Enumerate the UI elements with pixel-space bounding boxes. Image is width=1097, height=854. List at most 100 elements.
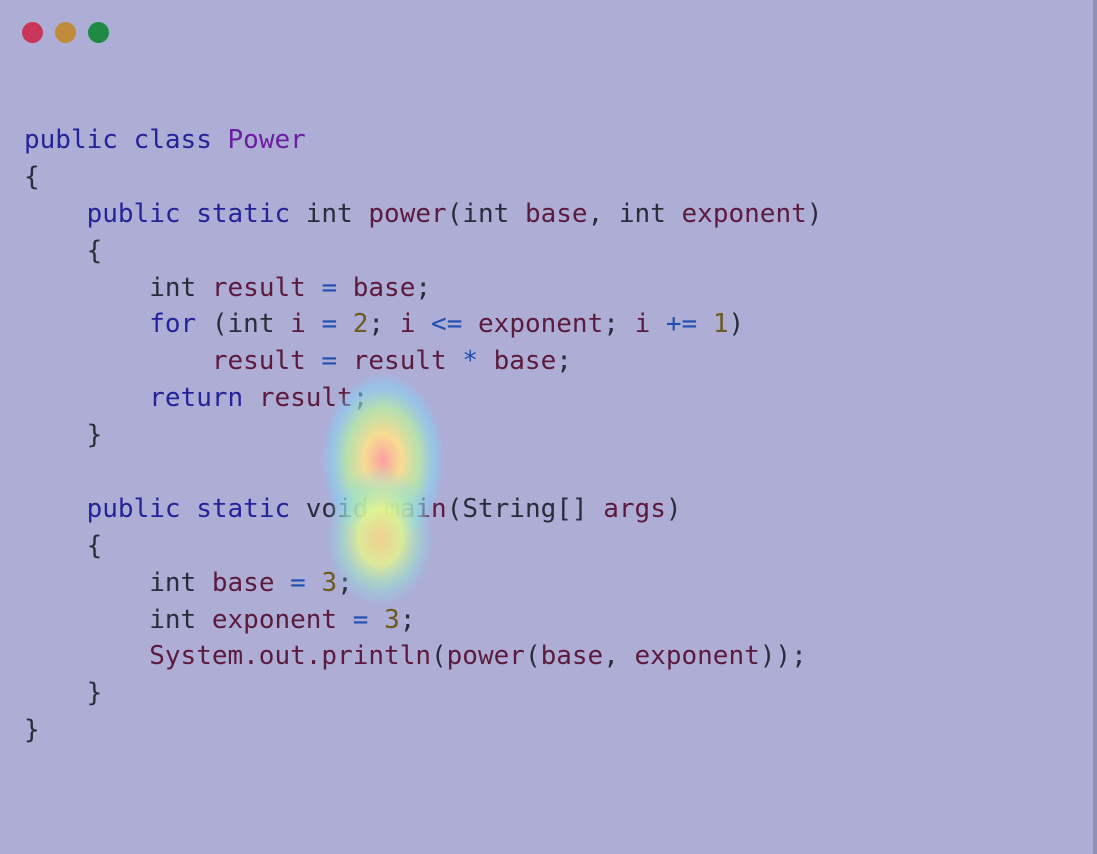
- code-token: }: [24, 715, 40, 746]
- code-token: ,: [603, 641, 635, 672]
- code-token: (: [524, 641, 541, 672]
- code-token: i: [399, 309, 416, 340]
- code-token: for: [149, 309, 197, 340]
- code-token: System.out.println: [149, 641, 431, 672]
- code-line: {: [24, 159, 822, 196]
- code-token: ): [665, 493, 682, 524]
- code-token: result: [211, 346, 306, 377]
- code-token: (: [446, 493, 463, 524]
- code-token: int: [462, 198, 510, 229]
- code-token: exponent: [634, 641, 760, 672]
- code-token: <=: [431, 309, 463, 340]
- code-line: public static void main(String[] args): [24, 491, 822, 528]
- code-line: result = result * base;: [24, 343, 822, 380]
- code-line: int base = 3;: [24, 565, 822, 602]
- code-token: =: [321, 272, 338, 303]
- code-line: public static int power(int base, int ex…: [24, 196, 823, 233]
- code-token: i: [290, 309, 306, 340]
- code-token: ;: [399, 604, 416, 635]
- code-token: exponent: [681, 198, 807, 229]
- code-line: int result = base;: [24, 270, 822, 307]
- code-line: }: [24, 417, 822, 454]
- code-token: {: [86, 530, 103, 561]
- code-token: return: [149, 383, 244, 414]
- code-token: 3: [384, 604, 400, 635]
- code-token: (: [211, 309, 228, 340]
- code-token: ));: [759, 641, 807, 672]
- code-token: public: [86, 198, 181, 229]
- code-token: base: [352, 272, 416, 303]
- code-token: result: [258, 383, 353, 414]
- code-token: void: [305, 493, 369, 524]
- code-token: base: [524, 198, 588, 229]
- code-token: []: [556, 493, 604, 524]
- code-line: }: [24, 712, 822, 749]
- code-token: static: [196, 198, 291, 229]
- code-token: =: [321, 309, 338, 340]
- code-token: main: [384, 493, 447, 524]
- code-token: ;: [603, 309, 635, 340]
- code-token: ;: [352, 383, 369, 414]
- code-line: {: [24, 528, 822, 565]
- code-token: result: [211, 272, 306, 303]
- code-token: ;: [368, 309, 400, 340]
- code-token: ): [728, 309, 745, 340]
- code-token: 2: [352, 309, 369, 340]
- code-token: ,: [587, 198, 619, 229]
- code-token: =: [321, 346, 338, 377]
- code-token: =: [290, 567, 306, 598]
- code-line: {: [24, 233, 822, 270]
- code-token: ;: [337, 567, 353, 598]
- code-token: (: [446, 198, 463, 229]
- code-line: }: [24, 675, 822, 712]
- code-token: +=: [665, 309, 698, 340]
- code-token: }: [86, 420, 103, 451]
- code-token: int: [149, 272, 197, 303]
- code-token: args: [603, 493, 666, 524]
- zoom-button[interactable]: [88, 22, 109, 43]
- code-token: power: [368, 198, 447, 229]
- code-token: }: [86, 678, 103, 709]
- code-token: {: [86, 235, 103, 266]
- code-token: power: [446, 641, 525, 672]
- code-token: class: [133, 125, 212, 155]
- code-token: int: [149, 567, 197, 598]
- code-token: Power: [227, 125, 306, 155]
- close-button[interactable]: [22, 22, 43, 43]
- code-token: exponent: [211, 604, 338, 635]
- code-token: *: [462, 346, 478, 377]
- code-token: 1: [712, 309, 729, 340]
- minimize-button[interactable]: [55, 22, 76, 43]
